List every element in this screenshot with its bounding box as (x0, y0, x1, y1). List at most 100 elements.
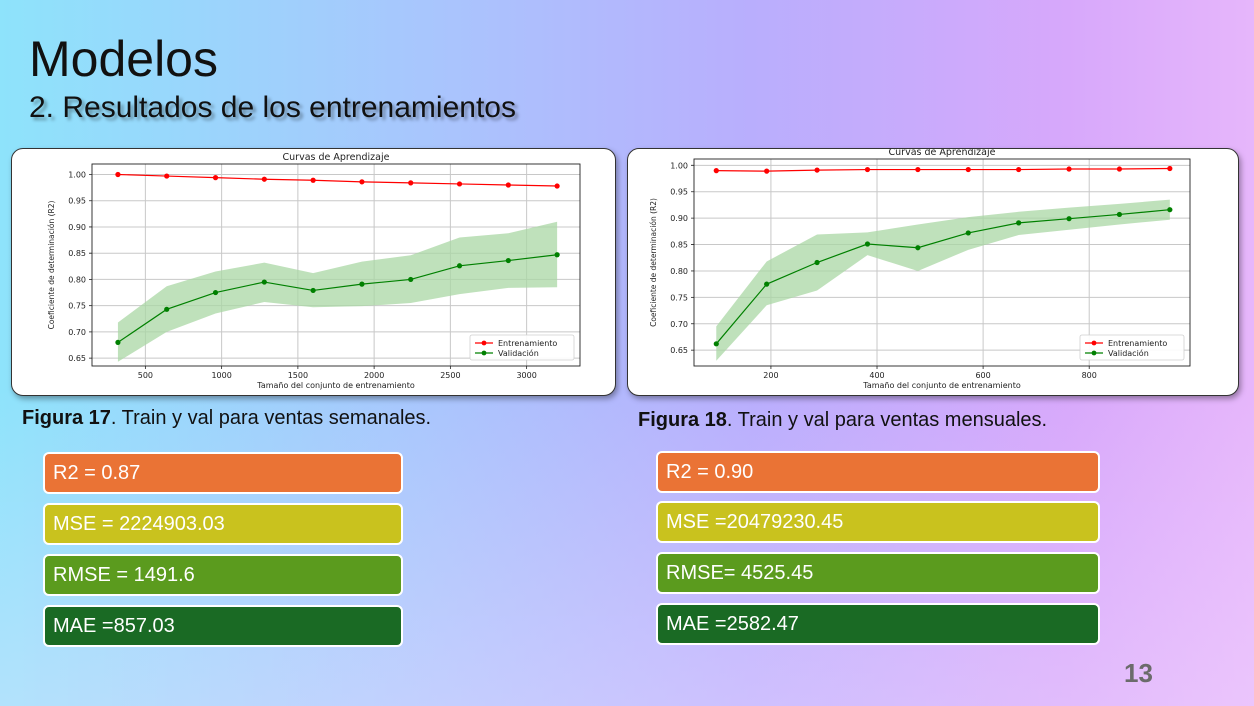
data-point (1016, 166, 1022, 173)
metric-mse-weekly: MSE = 2224903.03 (43, 503, 403, 545)
y-tick-label: 0.75 (670, 293, 688, 302)
chart-panel-monthly: 200 400 600 800 0.65 0.70 0.75 0.80 0.85 0.90 0.95… (627, 148, 1239, 396)
x-tick-label: 1500 (288, 371, 308, 380)
data-point (864, 241, 871, 247)
legend-marker (1091, 350, 1097, 356)
data-point (1167, 165, 1173, 172)
data-point (1167, 207, 1173, 213)
learning-curve-chart-weekly: 500 1000 1500 2000 2500 3000 0.65 0.70 0.75 0.80 0… (47, 152, 581, 390)
metric-mae-weekly: MAE =857.03 (43, 605, 403, 647)
legend-label: Entrenamiento (1108, 339, 1167, 348)
data-point (1116, 211, 1123, 218)
y-tick-label: 0.95 (670, 188, 688, 197)
metric-r2-monthly: R2 = 0.90 (656, 451, 1100, 493)
figure-caption-label: Figura 18 (638, 409, 727, 431)
y-tick-label: 0.85 (670, 241, 688, 250)
data-point (212, 175, 219, 181)
data-point (1116, 166, 1123, 172)
data-point (764, 168, 770, 174)
y-tick-label: 0.85 (68, 249, 86, 258)
y-tick-label: 0.90 (670, 214, 688, 223)
data-point (505, 182, 511, 188)
x-axis-label: Tamaño del conjunto de entrenamiento (862, 381, 1021, 390)
y-tick-label: 0.70 (670, 320, 688, 329)
x-tick-label: 2000 (364, 371, 384, 380)
slide-subtitle: 2. Resultados de los entrenamientos (29, 91, 516, 124)
x-tick-label: 500 (138, 371, 153, 380)
slide-title: Modelos (29, 31, 218, 87)
data-point (115, 339, 121, 345)
data-point (1066, 166, 1072, 172)
legend-marker (1091, 340, 1097, 346)
data-point (764, 281, 770, 287)
y-tick-label: 0.70 (68, 328, 86, 337)
legend-marker (481, 350, 487, 356)
data-point (713, 168, 719, 174)
metric-rmse-weekly: RMSE = 1491.6 (43, 554, 403, 596)
y-tick-label: 0.65 (68, 354, 86, 363)
chart-title: Curvas de Aprendizaje (283, 152, 390, 163)
data-point (1066, 216, 1072, 222)
data-point (115, 171, 121, 178)
data-point (261, 176, 267, 182)
legend-label: Validación (1108, 348, 1149, 358)
chart-panel-weekly: 500 1000 1500 2000 2500 3000 0.65 0.70 0.75 0.80 0… (11, 148, 616, 396)
x-tick-label: 200 (763, 371, 778, 380)
y-tick-label: 0.65 (670, 346, 688, 355)
data-point (212, 289, 219, 296)
data-point (359, 281, 365, 287)
figure-caption-label: Figura 17 (22, 407, 111, 429)
x-tick-label: 400 (869, 371, 884, 380)
data-point (456, 263, 463, 269)
learning-curve-chart-monthly: 200 400 600 800 0.65 0.70 0.75 0.80 0.85 0.90 0.95… (649, 149, 1191, 390)
data-point (164, 306, 170, 312)
data-point (310, 287, 316, 294)
chart-title: Curvas de Aprendizaje (889, 149, 996, 158)
data-point (164, 173, 170, 179)
data-point (456, 181, 463, 187)
y-tick-label: 0.80 (670, 267, 688, 276)
figure-caption-text: . Train y val para ventas semanales. (110, 407, 432, 429)
metric-rmse-monthly: RMSE= 4525.45 (656, 552, 1100, 594)
data-point (965, 230, 971, 236)
series-line (716, 167, 1170, 172)
x-tick-label: 1000 (211, 371, 231, 380)
metric-mae-monthly: MAE =2582.47 (656, 603, 1100, 645)
figure-caption-monthly: Figura 18. Train y val para ventas mensu… (638, 409, 1047, 432)
y-tick-label: 1.00 (68, 170, 86, 179)
data-point (310, 177, 316, 183)
y-tick-label: 0.90 (68, 223, 86, 232)
y-tick-label: 0.95 (68, 197, 86, 206)
data-point (554, 183, 560, 189)
legend-label: Entrenamiento (498, 339, 557, 348)
legend-marker (481, 340, 487, 346)
x-tick-label: 2500 (440, 371, 460, 380)
data-point (505, 257, 511, 264)
data-point (359, 179, 365, 185)
y-tick-label: 1.00 (670, 161, 688, 170)
x-tick-label: 800 (1082, 371, 1097, 380)
data-point (864, 166, 871, 173)
y-tick-label: 0.75 (68, 302, 86, 311)
legend-label: Validación (498, 348, 539, 358)
data-point (915, 245, 921, 251)
x-tick-label: 3000 (516, 371, 536, 380)
data-point (965, 166, 971, 173)
page-number: 13 (1124, 658, 1153, 688)
y-axis-label: Coeficiente de determinación (R2) (649, 198, 658, 327)
figure-caption-text: . Train y val para ventas mensuales. (726, 409, 1048, 431)
metric-mse-monthly: MSE =20479230.45 (656, 501, 1100, 543)
figure-caption-weekly: Figura 17. Train y val para ventas seman… (22, 407, 431, 430)
data-point (713, 341, 719, 347)
data-point (261, 279, 267, 285)
series-line (117, 173, 558, 187)
x-tick-label: 600 (975, 371, 990, 380)
y-tick-label: 0.80 (68, 275, 86, 284)
x-axis-label: Tamaño del conjunto de entrenamiento (256, 381, 415, 390)
data-point (915, 166, 921, 173)
data-point (408, 276, 414, 283)
y-axis-label: Coeficiente de determinación (R2) (47, 201, 56, 330)
metric-r2-weekly: R2 = 0.87 (43, 452, 403, 494)
data-point (1016, 220, 1022, 226)
data-point (814, 259, 820, 266)
